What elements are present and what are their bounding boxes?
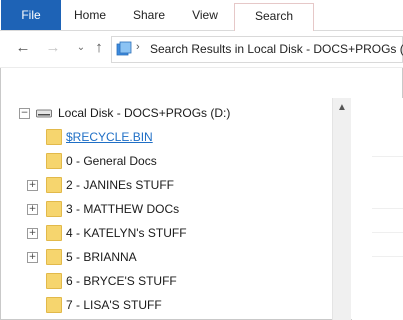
folder-icon (46, 249, 62, 265)
address-path: Search Results in Local Disk - DOCS+PROG… (150, 42, 403, 56)
folder-icon (46, 297, 62, 313)
folder-icon (46, 153, 62, 169)
tree-item[interactable]: 0 - General Docs (0, 149, 340, 173)
folder-icon (46, 201, 62, 217)
tree-label: 6 - BRYCE'S STUFF (66, 274, 177, 288)
tree-label: 3 - MATTHEW DOCs (66, 202, 180, 216)
tab-share[interactable]: Share (118, 0, 180, 30)
expand-icon[interactable]: + (27, 228, 38, 239)
tree-label: 5 - BRIANNA (66, 250, 137, 264)
chevron-down-icon[interactable]: ⌄ (72, 39, 90, 57)
up-arrow-icon[interactable]: ↑ (90, 39, 108, 57)
folder-icon (46, 129, 62, 145)
ribbon: File Home Share View Search (0, 0, 403, 31)
folder-icon (46, 273, 62, 289)
back-arrow-icon[interactable]: ← (14, 39, 32, 57)
search-results-icon (116, 41, 132, 56)
tree-label: Local Disk - DOCS+PROGs (D:) (58, 106, 231, 120)
tree-root-drive[interactable]: − Local Disk - DOCS+PROGs (D:) (0, 101, 340, 125)
forward-arrow-icon[interactable]: → (44, 39, 62, 57)
tree-label: 7 - LISA'S STUFF (66, 298, 162, 312)
tree-item[interactable]: + 4 - KATELYN's STUFF (0, 221, 340, 245)
tree-item[interactable]: $RECYCLE.BIN (0, 125, 340, 149)
breadcrumb-separator-icon[interactable]: › (136, 41, 140, 53)
expand-icon[interactable]: + (27, 204, 38, 215)
drive-icon (36, 109, 52, 118)
expand-icon[interactable]: + (27, 180, 38, 191)
tree-label: 2 - JANINEs STUFF (66, 178, 175, 192)
tree-item[interactable]: 7 - LISA'S STUFF (0, 293, 340, 317)
tree-scrollbar[interactable]: ▲ (332, 98, 351, 320)
tab-view[interactable]: View (180, 0, 230, 30)
folder-icon (46, 225, 62, 241)
tree-item[interactable]: + 3 - MATTHEW DOCs (0, 197, 340, 221)
folder-icon (46, 177, 62, 193)
divider (372, 156, 403, 157)
tree-label: 4 - KATELYN's STUFF (66, 226, 187, 240)
address-bar[interactable]: › Search Results in Local Disk - DOCS+PR… (111, 36, 403, 63)
scroll-up-icon[interactable]: ▲ (333, 102, 351, 113)
tree-item[interactable]: + 5 - BRIANNA (0, 245, 340, 269)
divider (372, 208, 403, 209)
tree-label[interactable]: $RECYCLE.BIN (66, 130, 153, 144)
navigation-tree: − Local Disk - DOCS+PROGs (D:) $RECYCLE.… (0, 98, 352, 320)
collapse-icon[interactable]: − (19, 108, 30, 119)
tree-item[interactable]: + 2 - JANINEs STUFF (0, 173, 340, 197)
results-pane (352, 98, 403, 320)
navigation-bar: ← → ⌄ ↑ › Search Results in Local Disk -… (0, 31, 403, 68)
tree-label: 0 - General Docs (66, 154, 157, 168)
tree-item[interactable]: 6 - BRYCE'S STUFF (0, 269, 340, 293)
expand-icon[interactable]: + (27, 252, 38, 263)
divider (372, 232, 403, 233)
divider (372, 256, 403, 257)
tab-search[interactable]: Search (234, 3, 314, 31)
tab-home[interactable]: Home (62, 0, 118, 30)
tab-file[interactable]: File (1, 0, 61, 30)
